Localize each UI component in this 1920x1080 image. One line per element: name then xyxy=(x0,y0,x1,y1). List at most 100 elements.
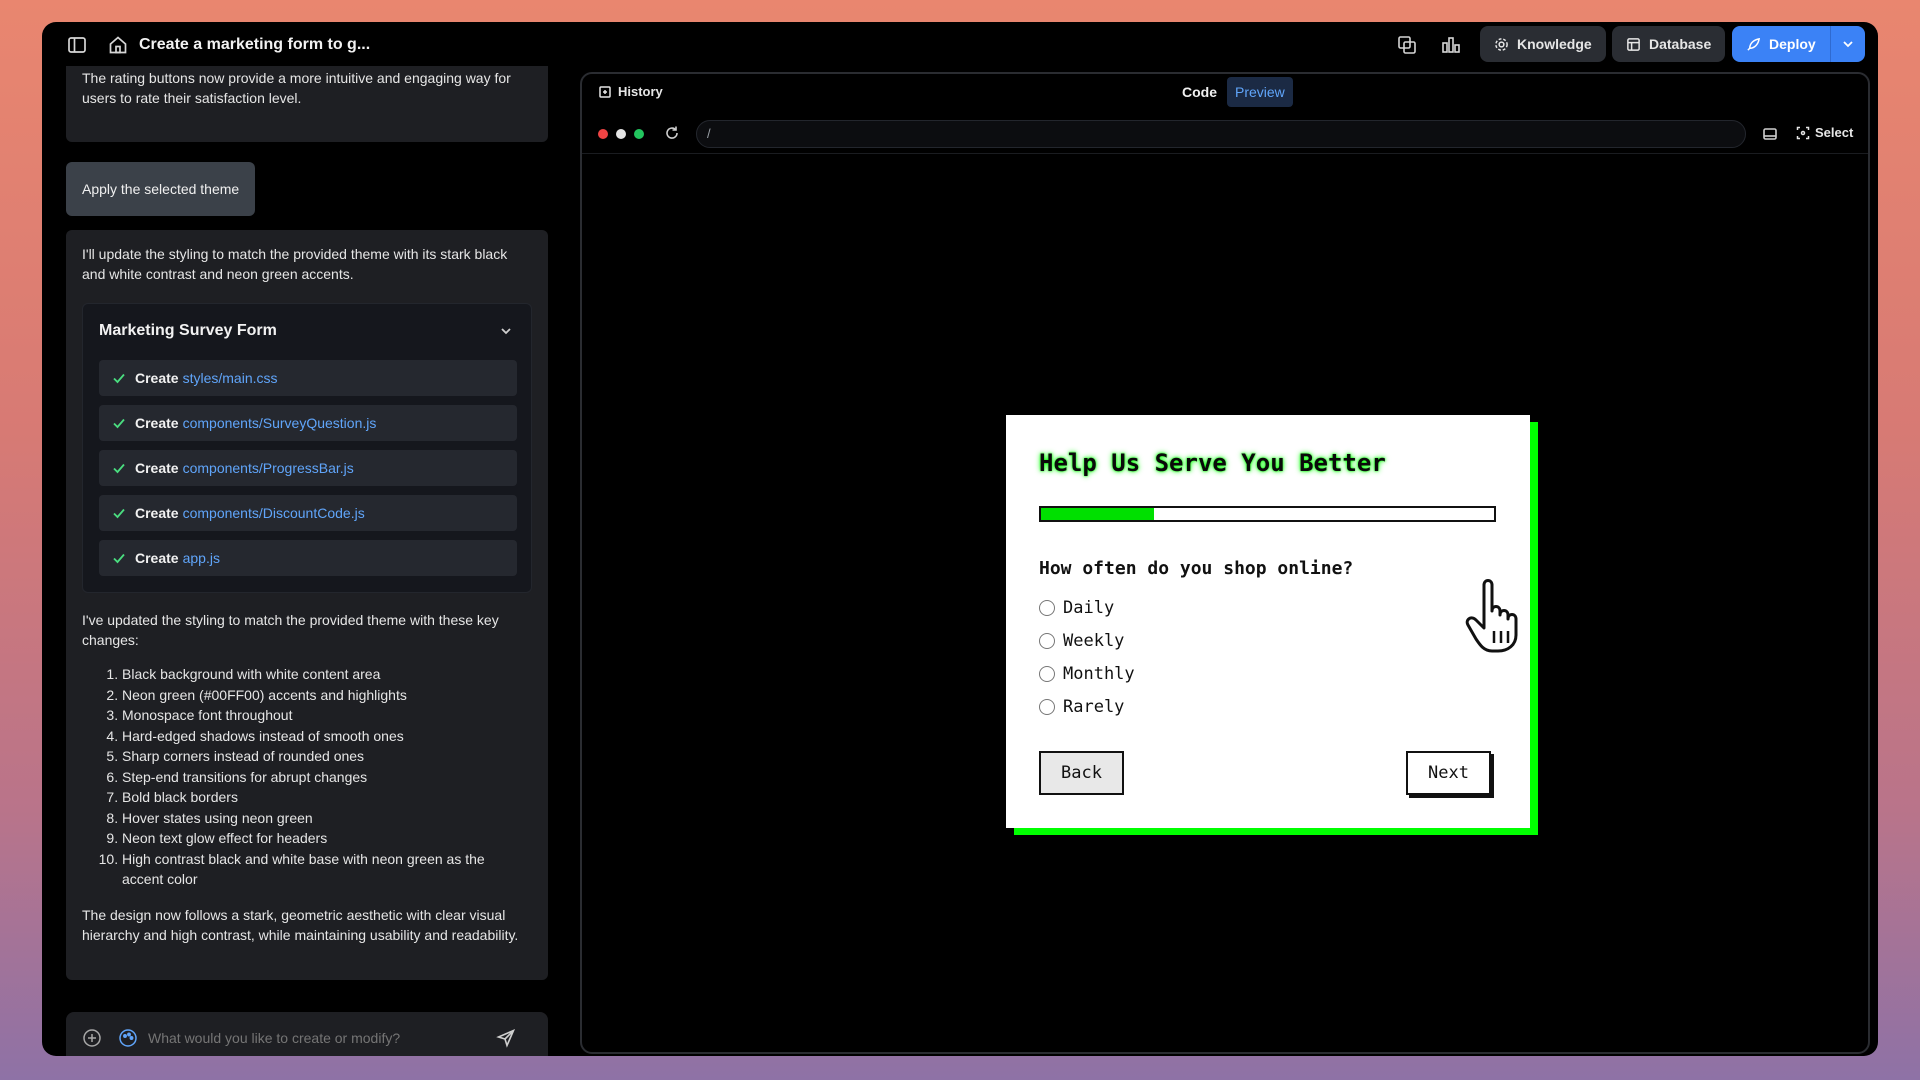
select-button[interactable]: Select xyxy=(1796,125,1853,140)
step-verb: Create xyxy=(135,550,179,566)
copy-icon[interactable] xyxy=(1396,34,1418,56)
option-label: Weekly xyxy=(1063,631,1125,651)
list-item: Step-end transitions for abrupt changes xyxy=(122,767,522,788)
sidebar-toggle-icon[interactable] xyxy=(66,34,88,56)
step-path[interactable]: styles/main.css xyxy=(183,370,278,386)
select-label: Select xyxy=(1815,125,1854,140)
minimize-dot-icon[interactable] xyxy=(616,129,626,139)
close-dot-icon[interactable] xyxy=(598,129,608,139)
chat-input-bar xyxy=(66,1012,548,1056)
option-weekly[interactable]: Weekly xyxy=(1039,631,1124,651)
plan-step[interactable]: Create app.js xyxy=(99,540,517,576)
check-icon xyxy=(111,460,127,476)
option-label: Rarely xyxy=(1063,697,1125,717)
check-icon xyxy=(111,370,127,386)
select-target-icon xyxy=(1796,126,1810,140)
list-item: Sharp corners instead of rounded ones xyxy=(122,746,522,767)
maximize-dot-icon[interactable] xyxy=(634,129,644,139)
option-label: Daily xyxy=(1063,598,1115,618)
progress-bar xyxy=(1039,506,1496,522)
step-verb: Create xyxy=(135,460,179,476)
survey-question: How often do you shop online? xyxy=(1039,558,1354,579)
next-button[interactable]: Next xyxy=(1406,751,1491,795)
history-button[interactable]: History xyxy=(598,84,663,99)
step-path[interactable]: components/DiscountCode.js xyxy=(183,505,365,521)
knowledge-button[interactable]: Knowledge xyxy=(1480,26,1606,62)
tab-preview[interactable]: Preview xyxy=(1227,77,1293,107)
radio-button[interactable] xyxy=(1039,633,1055,649)
list-item: Monospace font throughout xyxy=(122,705,522,726)
step-verb: Create xyxy=(135,370,179,386)
home-icon[interactable] xyxy=(107,34,129,56)
list-item: Neon text glow effect for headers xyxy=(122,828,522,849)
step-path[interactable]: app.js xyxy=(183,550,220,566)
radio-button[interactable] xyxy=(1039,600,1055,616)
step-verb: Create xyxy=(135,415,179,431)
step-verb: Create xyxy=(135,505,179,521)
tab-code[interactable]: Code xyxy=(1182,84,1217,100)
message-text: The rating buttons now provide a more in… xyxy=(82,70,511,106)
assistant-message: I'll update the styling to match the pro… xyxy=(66,230,548,980)
page-title: Create a marketing form to g... xyxy=(139,36,371,53)
plan-step[interactable]: Create components/DiscountCode.js xyxy=(99,495,517,531)
deploy-options-button[interactable] xyxy=(1830,26,1865,62)
palette-icon[interactable] xyxy=(118,1028,138,1048)
list-item: Bold black borders xyxy=(122,787,522,808)
check-icon xyxy=(111,415,127,431)
list-item: Hover states using neon green xyxy=(122,808,522,829)
deploy-button[interactable]: Deploy xyxy=(1732,26,1830,62)
rocket-icon xyxy=(1746,37,1761,52)
knowledge-label: Knowledge xyxy=(1517,36,1592,52)
app-window: Create a marketing form to g... Knowledg… xyxy=(42,22,1878,1056)
user-message: Apply the selected theme xyxy=(66,162,256,216)
bar-chart-icon[interactable] xyxy=(1440,34,1462,56)
chevron-down-icon xyxy=(1841,37,1855,51)
radio-button[interactable] xyxy=(1039,666,1055,682)
browser-bar: / Select xyxy=(582,114,1868,154)
device-icon[interactable] xyxy=(1762,126,1778,142)
option-daily[interactable]: Daily xyxy=(1039,598,1114,618)
list-item: Hard-edged shadows instead of smooth one… xyxy=(122,726,522,747)
changes-list: Black background with white content area… xyxy=(82,664,522,890)
list-item: Black background with white content area xyxy=(122,664,522,685)
check-icon xyxy=(111,505,127,521)
assistant-intro: I'll update the styling to match the pro… xyxy=(82,246,508,282)
plan-step[interactable]: Create components/ProgressBar.js xyxy=(99,450,517,486)
history-label: History xyxy=(618,84,663,99)
plan-title: Marketing Survey Form xyxy=(99,322,277,339)
step-path[interactable]: components/ProgressBar.js xyxy=(183,460,354,476)
list-item: Neon green (#00FF00) accents and highlig… xyxy=(122,685,522,706)
chevron-down-icon[interactable] xyxy=(499,324,513,338)
survey-form: Help Us Serve You Better How often do yo… xyxy=(1006,415,1530,828)
refresh-icon[interactable] xyxy=(664,125,680,141)
chat-panel: The rating buttons now provide a more in… xyxy=(66,66,548,1056)
back-button[interactable]: Back xyxy=(1039,751,1124,795)
plus-circle-icon[interactable] xyxy=(82,1028,102,1048)
plan-card: Marketing Survey Form Create styles/main… xyxy=(82,303,532,593)
summary-intro: I've updated the styling to match the pr… xyxy=(82,612,499,648)
plan-step[interactable]: Create components/SurveyQuestion.js xyxy=(99,405,517,441)
radio-button[interactable] xyxy=(1039,699,1055,715)
assistant-message-previous: The rating buttons now provide a more in… xyxy=(66,66,548,142)
preview-header: History Code Preview xyxy=(582,74,1868,110)
send-icon[interactable] xyxy=(496,1028,516,1048)
chat-input[interactable] xyxy=(148,1030,478,1046)
database-icon xyxy=(1626,37,1641,52)
deploy-label: Deploy xyxy=(1769,36,1816,52)
option-label: Monthly xyxy=(1063,664,1135,684)
top-bar: Create a marketing form to g... Knowledg… xyxy=(42,22,1878,68)
gear-icon xyxy=(1494,37,1509,52)
database-button[interactable]: Database xyxy=(1612,26,1726,62)
form-heading: Help Us Serve You Better xyxy=(1039,449,1386,477)
history-icon xyxy=(598,85,612,99)
check-icon xyxy=(111,550,127,566)
hand-cursor-icon xyxy=(1462,575,1532,655)
plan-step[interactable]: Create styles/main.css xyxy=(99,360,517,396)
url-field[interactable]: / xyxy=(696,120,1746,148)
progress-fill xyxy=(1041,508,1155,520)
assistant-closing: The design now follows a stark, geometri… xyxy=(82,907,519,943)
option-monthly[interactable]: Monthly xyxy=(1039,664,1135,684)
database-label: Database xyxy=(1649,36,1712,52)
option-rarely[interactable]: Rarely xyxy=(1039,697,1124,717)
step-path[interactable]: components/SurveyQuestion.js xyxy=(183,415,377,431)
